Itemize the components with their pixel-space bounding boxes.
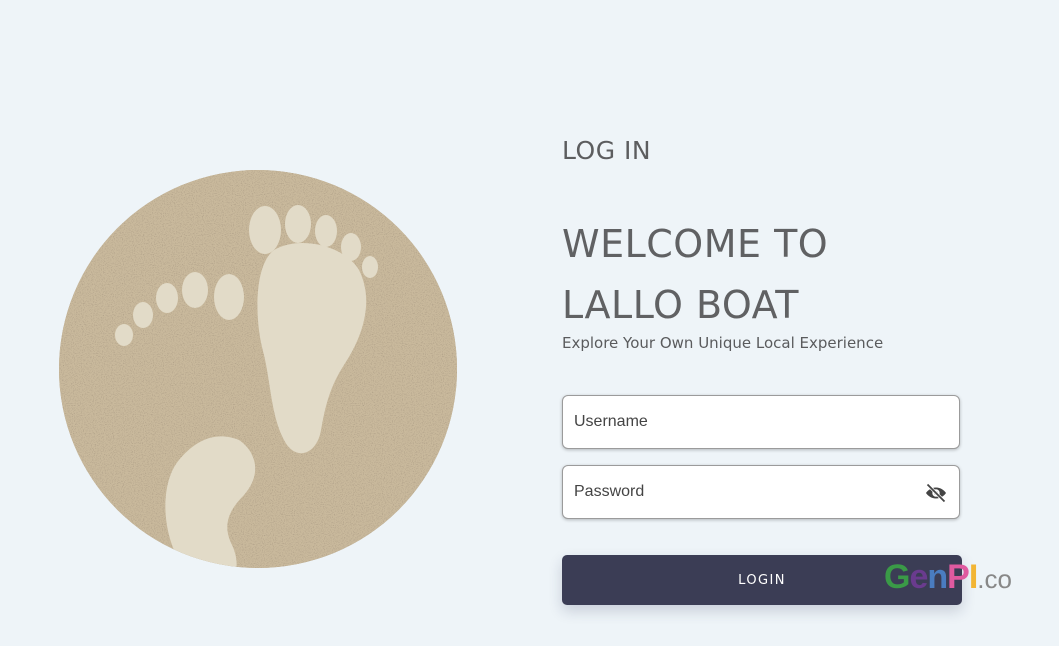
- welcome-heading: WELCOME TO LALLO BOAT: [562, 214, 828, 336]
- username-field: [562, 395, 960, 449]
- tagline: Explore Your Own Unique Local Experience: [562, 334, 884, 352]
- welcome-line-2: LALLO BOAT: [562, 283, 799, 327]
- username-input[interactable]: [574, 396, 914, 448]
- password-input[interactable]: [574, 466, 914, 518]
- hero-image: [59, 170, 457, 568]
- genpi-watermark-logo: GenPI.co: [884, 558, 1012, 596]
- password-field: [562, 465, 960, 519]
- login-kicker: LOG IN: [562, 136, 652, 165]
- welcome-line-1: WELCOME TO: [562, 222, 829, 266]
- eye-off-icon[interactable]: [924, 481, 948, 505]
